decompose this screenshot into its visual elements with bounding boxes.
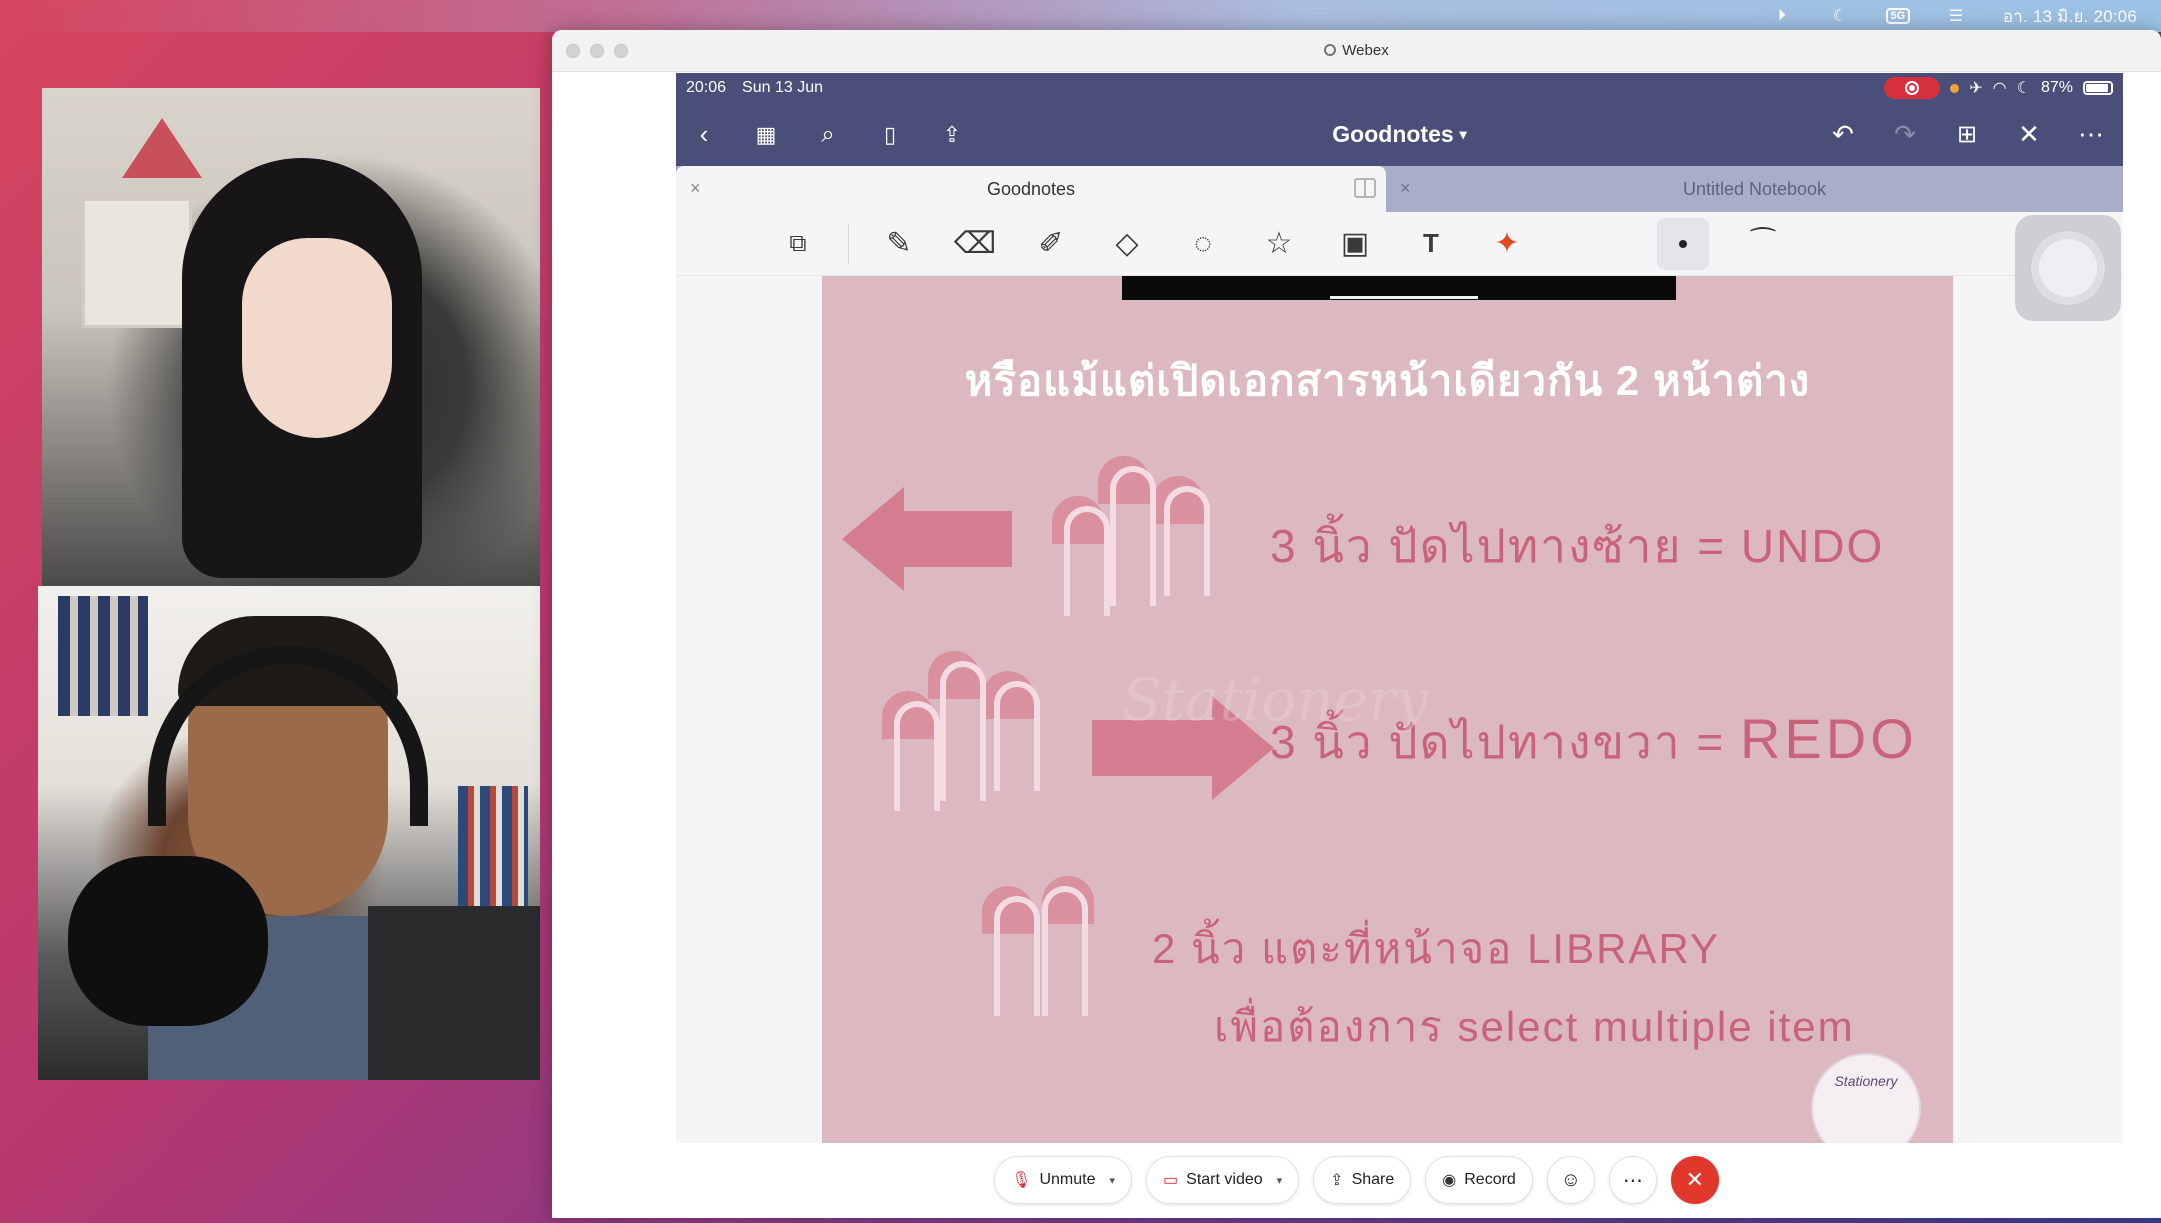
wifi-icon: ◠	[1992, 80, 2007, 97]
toolbar-divider	[848, 223, 849, 264]
lasso-icon[interactable]: ◌	[1177, 218, 1229, 270]
battery-percent: 87%	[2040, 79, 2073, 96]
split-view-icon[interactable]	[1354, 178, 1376, 198]
participant-jacket	[368, 906, 540, 1080]
tab-goodnotes[interactable]: × Goodnotes	[676, 166, 1386, 212]
undo-instruction: 3 นิ้ว ปัดไปทางซ้าย = UNDO	[1270, 520, 1885, 572]
end-call-button[interactable]: ✕	[1670, 1156, 1719, 1204]
wall-decor	[122, 118, 202, 178]
page-heading: หรือแม้แต่เปิดเอกสารหน้าเดียวกัน 2 หน้าต…	[964, 357, 1811, 404]
redo-icon[interactable]: ↷	[1889, 119, 1921, 151]
battery-icon	[2083, 81, 2113, 95]
ipad-status-bar: 20:06 Sun 13 Jun ✈ ◠ ☾ 87%	[676, 73, 2123, 103]
share-button[interactable]: ⇪ Share	[1313, 1156, 1412, 1204]
assistive-touch-button[interactable]	[2015, 215, 2121, 321]
menu-bar: ⏵ ☾ 5G ☰ อา. 13 มิ.ย. 20:06	[0, 0, 2161, 32]
bookshelf-right	[458, 786, 528, 916]
start-video-button[interactable]: ▭ Start video ▾	[1146, 1156, 1300, 1204]
window-title: Webex	[552, 42, 2161, 59]
status-time: 20:06	[686, 79, 727, 96]
bookshelf	[58, 596, 148, 716]
more-icon: ⋯	[1622, 1169, 1643, 1192]
window-titlebar[interactable]: Webex	[552, 30, 2161, 72]
document-tabs: × Goodnotes × Untitled Notebook	[676, 166, 2123, 212]
play-circle-icon[interactable]: ⏵	[1771, 7, 1793, 25]
video-off-icon: ▭	[1163, 1172, 1179, 1189]
moon-icon[interactable]: ☾	[1829, 7, 1851, 25]
control-center-icon[interactable]: ☰	[1945, 7, 1967, 25]
close-icon[interactable]: ✕	[2013, 119, 2045, 151]
laser-pointer-icon[interactable]: ✦	[1481, 218, 1533, 270]
meeting-controls: 🎙 Unmute ▾ ▭ Start video ▾ ⇪ Share ◉ Rec…	[552, 1156, 2161, 1204]
more-options-button[interactable]: ⋯	[1608, 1156, 1657, 1204]
goodnotes-navbar: ‹ ▦ ⌕ ▯ ⇪ Goodnotes ▾ ↶ ↷ ⊞ ✕ ⋯	[676, 103, 2123, 166]
library-instruction-line2: เพื่อต้องการ select multiple item	[1214, 1003, 1855, 1050]
add-page-icon[interactable]: ⊞	[1951, 119, 1983, 151]
record-button[interactable]: ◉ Record	[1425, 1156, 1533, 1204]
close-tab-icon[interactable]: ×	[690, 178, 701, 199]
notebook-page[interactable]: หรือแม้แต่เปิดเอกสารหน้าเดียวกัน 2 หน้าต…	[822, 276, 1953, 1143]
webex-window: Webex 20:06 Sun 13 Jun ✈ ◠ ☾ 87% ‹ ▦ ⌕ ▯…	[552, 30, 2161, 1218]
wall-shelf	[82, 198, 192, 328]
battery-status-icon[interactable]: 5G	[1885, 7, 1911, 25]
eraser-icon[interactable]: ⌫	[949, 218, 1001, 270]
page-header-bar	[1122, 276, 1676, 300]
drawing-toolbar: ⧉ ✎ ⌫ ✐ ◇ ◌ ☆ ▣ T ✦ ⁀	[676, 212, 2123, 276]
image-icon[interactable]: ▣	[1329, 218, 1381, 270]
smiley-icon: ☺	[1560, 1168, 1582, 1191]
close-tab-icon[interactable]: ×	[1400, 178, 1411, 199]
highlighter-icon[interactable]: ✐	[1025, 218, 1077, 270]
webex-logo-icon	[1324, 44, 1337, 56]
screen-recording-icon	[1884, 77, 1941, 99]
moon-icon: ☾	[2016, 80, 2031, 97]
sticker-icon[interactable]: ☆	[1253, 218, 1305, 270]
shared-screen: 20:06 Sun 13 Jun ✈ ◠ ☾ 87% ‹ ▦ ⌕ ▯ ⇪ Goo…	[676, 73, 2123, 1143]
shapes-icon[interactable]: ◇	[1101, 218, 1153, 270]
pen-size-selector[interactable]	[1657, 217, 1709, 270]
close-icon: ✕	[1685, 1167, 1705, 1192]
reactions-button[interactable]: ☺	[1546, 1156, 1595, 1204]
text-icon[interactable]: T	[1405, 218, 1457, 270]
record-icon: ◉	[1442, 1172, 1457, 1189]
participant-video-1[interactable]	[42, 88, 540, 586]
brand-logo: Stationery	[1811, 1053, 1921, 1143]
microphone	[68, 856, 268, 1026]
participant-video-2[interactable]	[38, 586, 540, 1080]
mic-muted-icon: 🎙	[1011, 1172, 1032, 1189]
stroke-style-selector[interactable]: ⁀	[1733, 218, 1793, 270]
page-watermark: Stationery	[1122, 666, 1429, 734]
document-canvas[interactable]: หรือแม้แต่เปิดเอกสารหน้าเดียวกัน 2 หน้าต…	[676, 276, 2123, 1143]
chevron-down-icon[interactable]: ▾	[1277, 1174, 1283, 1187]
chevron-down-icon[interactable]: ▾	[1110, 1174, 1116, 1187]
more-icon[interactable]: ⋯	[2075, 119, 2107, 151]
tab-untitled-notebook[interactable]: × Untitled Notebook	[1386, 166, 2123, 212]
swipe-left-arrow	[842, 487, 1012, 591]
unmute-button[interactable]: 🎙 Unmute ▾	[994, 1156, 1133, 1204]
airplane-icon: ✈	[1969, 80, 1983, 97]
chevron-down-icon: ▾	[1459, 126, 1467, 142]
menu-bar-clock[interactable]: อา. 13 มิ.ย. 20:06	[2003, 3, 2137, 30]
participant-face	[242, 238, 392, 438]
status-date: Sun 13 Jun	[742, 79, 823, 96]
undo-icon[interactable]: ↶	[1827, 119, 1859, 151]
mic-indicator-icon	[1950, 83, 1960, 93]
library-instruction-line1: 2 นิ้ว แตะที่หน้าจอ LIBRARY	[1152, 925, 1721, 972]
share-icon: ⇪	[1330, 1172, 1344, 1189]
pen-icon[interactable]: ✎	[873, 218, 925, 270]
zoom-window-icon[interactable]: ⧉	[772, 218, 824, 270]
